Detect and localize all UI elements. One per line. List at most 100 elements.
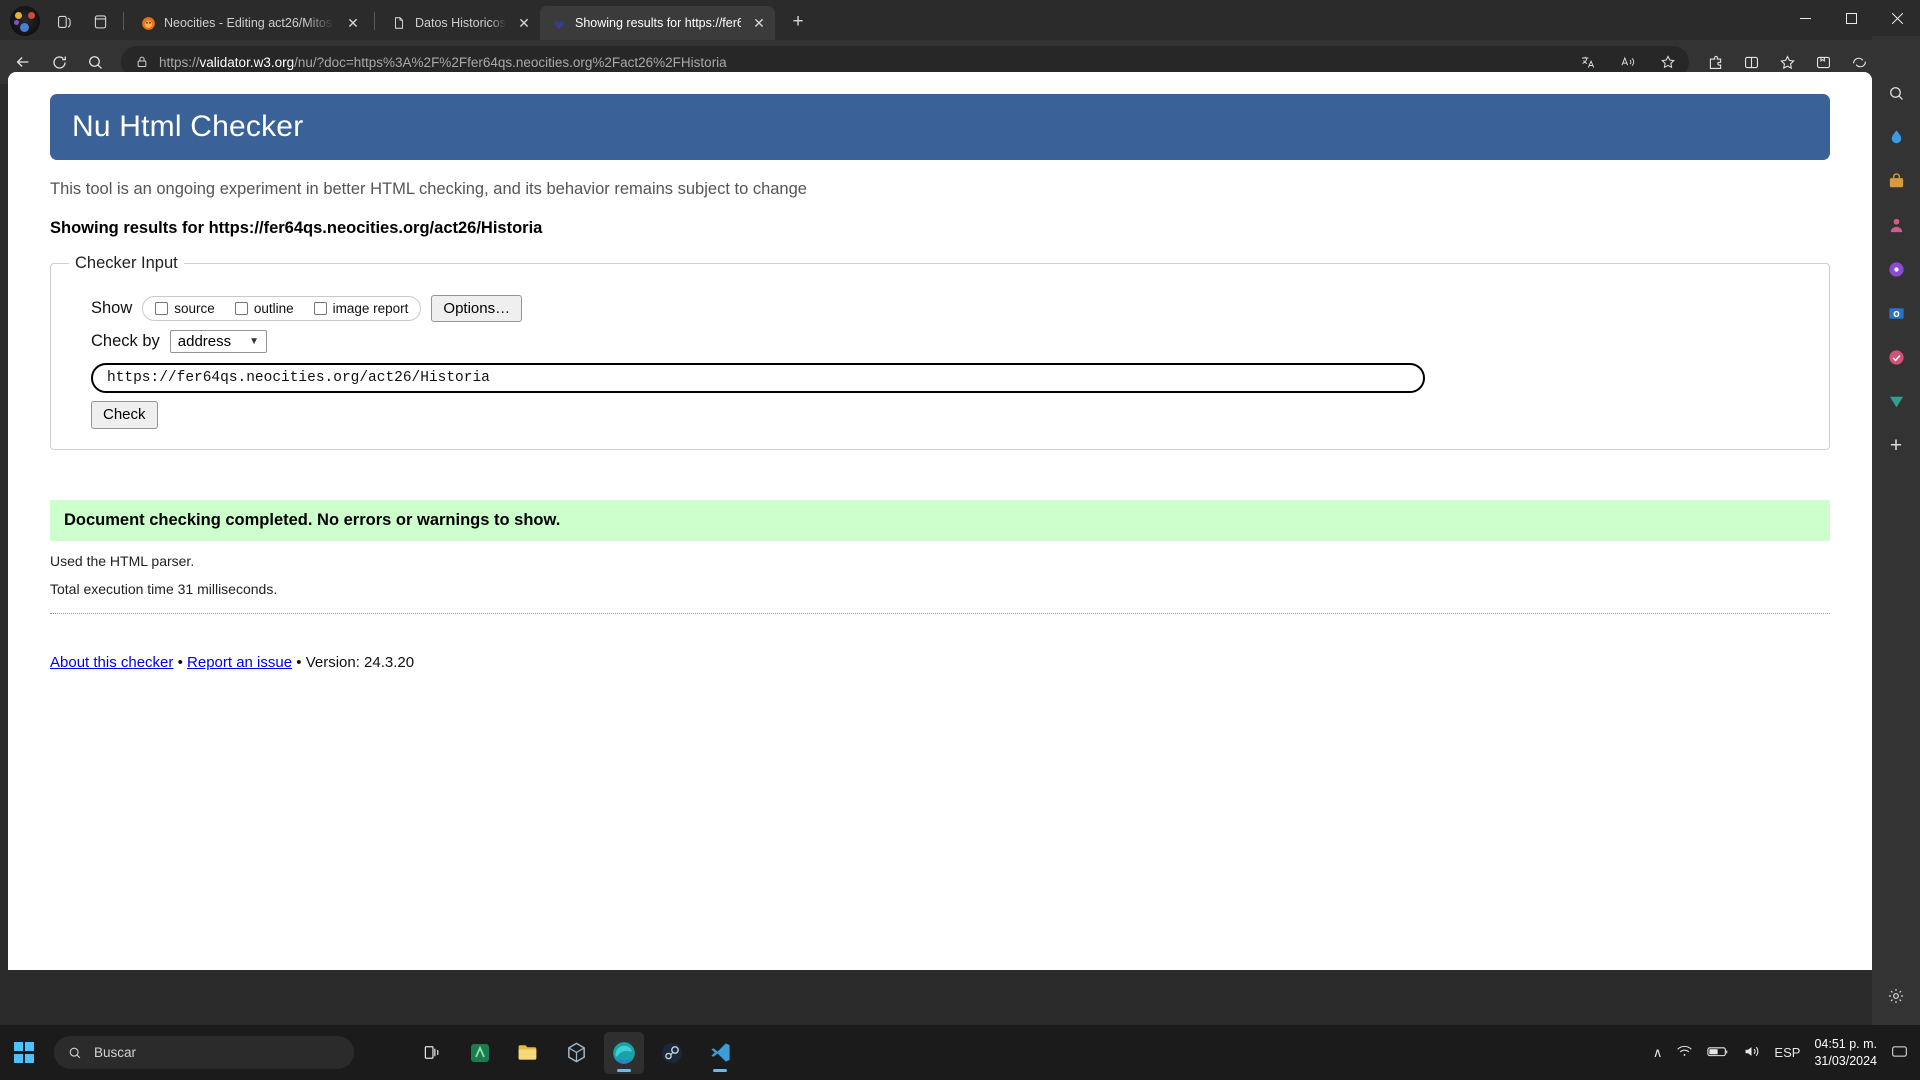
close-window-button[interactable]	[1874, 0, 1920, 36]
outlook-icon[interactable]: O	[1881, 298, 1911, 328]
showing-results-heading: Showing results for https://fer64qs.neoc…	[50, 219, 543, 237]
success-banner: Document checking completed. No errors o…	[50, 499, 1830, 541]
address-input[interactable]: https://fer64qs.neocities.org/act26/Hist…	[91, 363, 1425, 394]
checkbox-label: image report	[332, 301, 409, 317]
check-by-row: Check by address ▼	[91, 330, 1811, 354]
add-icon[interactable]: +	[1881, 430, 1911, 460]
close-icon[interactable]: ✕	[749, 13, 769, 33]
windows-taskbar: Buscar ∧ ESP 04:51 p. m. 31/03/2024	[0, 1025, 1920, 1080]
options-button[interactable]: Options…	[431, 295, 523, 323]
profile-avatar[interactable]	[10, 6, 40, 36]
clock-date: 31/03/2024	[1814, 1053, 1877, 1068]
nu-html-checker-page: Nu Html Checker This tool is an ongoing …	[8, 72, 1872, 450]
execution-time-note: Total execution time 31 milliseconds.	[50, 580, 278, 597]
browser-window: Neocities - Editing act26/Mitos.h ✕ Dato…	[0, 0, 1920, 1025]
url-text: https://validator.w3.org/nu/?doc=https%3…	[159, 54, 727, 70]
edge-sidebar: O +	[1872, 36, 1920, 1025]
file-explorer-icon[interactable]	[508, 1032, 548, 1074]
notification-icon[interactable]	[1891, 1044, 1908, 1062]
check-by-label: Check by	[91, 332, 160, 351]
checkbox-image-report[interactable]: image report	[313, 301, 409, 317]
show-label: Show	[91, 299, 133, 318]
checker-input-fieldset: Checker Input Show source outline image …	[50, 254, 1830, 450]
clock-time: 04:51 p. m.	[1814, 1036, 1877, 1051]
minimize-button[interactable]	[1782, 0, 1828, 36]
results-section: Document checking completed. No errors o…	[50, 499, 1830, 614]
search-icon[interactable]	[1881, 78, 1911, 108]
media-icon[interactable]	[1881, 254, 1911, 284]
firefox-icon	[140, 15, 156, 31]
volume-icon[interactable]	[1743, 1044, 1760, 1062]
start-button[interactable]	[0, 1025, 48, 1080]
show-checkbox-group: source outline image report	[142, 296, 422, 322]
windows-logo-icon	[13, 1042, 35, 1063]
footer-separator: •	[296, 653, 302, 671]
tab-neocities[interactable]: Neocities - Editing act26/Mitos.h ✕	[129, 6, 369, 40]
checkbox-outline[interactable]: outline	[234, 301, 294, 317]
taskbar-clock[interactable]: 04:51 p. m. 31/03/2024	[1814, 1036, 1877, 1070]
vscode-icon[interactable]	[700, 1032, 740, 1074]
nu-icon: nu	[551, 15, 567, 31]
tab-divider	[123, 12, 124, 30]
vpn-icon[interactable]	[1881, 386, 1911, 416]
close-icon[interactable]: ✕	[514, 13, 534, 33]
games-icon[interactable]	[1881, 210, 1911, 240]
page-viewport: Nu Html Checker This tool is an ongoing …	[8, 72, 1872, 970]
tab-datos-historicos[interactable]: Datos Historicos ✕	[380, 6, 540, 40]
tab-strip: Neocities - Editing act26/Mitos.h ✕ Dato…	[0, 0, 1920, 40]
tray-chevron-icon[interactable]: ∧	[1653, 1045, 1663, 1061]
version-text: Version: 24.3.20	[305, 653, 415, 671]
vertical-tabs-icon[interactable]	[82, 5, 118, 37]
new-tab-button[interactable]: +	[783, 7, 813, 37]
drop-icon[interactable]	[1881, 122, 1911, 152]
tab-actions-icon[interactable]	[46, 5, 82, 37]
steam-icon[interactable]	[652, 1032, 692, 1074]
checkbox-label: outline	[253, 301, 294, 317]
sidebar-settings-icon[interactable]	[1881, 981, 1911, 1011]
page-title: Nu Html Checker	[50, 94, 1830, 160]
about-this-checker-link[interactable]: About this checker	[50, 654, 173, 671]
tools-icon[interactable]	[1881, 342, 1911, 372]
report-an-issue-link[interactable]: Report an issue	[187, 654, 292, 671]
check-button-row: Check	[91, 401, 1811, 429]
window-controls	[1782, 0, 1920, 36]
taskbar-search-placeholder: Buscar	[94, 1045, 137, 1060]
battery-icon[interactable]	[1707, 1045, 1729, 1061]
tab-divider	[374, 12, 375, 30]
checkbox-box-icon[interactable]	[313, 302, 327, 316]
tab-nu-html-checker[interactable]: nu Showing results for https://fer64 ✕	[540, 6, 775, 40]
taskbar-search[interactable]: Buscar	[54, 1036, 354, 1069]
checkbox-source[interactable]: source	[155, 301, 215, 316]
edge-icon[interactable]	[604, 1031, 644, 1074]
checkbox-label: source	[174, 301, 215, 317]
search-icon	[69, 1047, 81, 1058]
check-by-select[interactable]: address ▼	[169, 330, 268, 354]
maximize-button[interactable]	[1828, 0, 1874, 36]
task-view-icon[interactable]	[412, 1032, 452, 1074]
tab-title: Neocities - Editing act26/Mitos.h	[164, 16, 335, 30]
divider	[50, 612, 1830, 614]
parser-note: Used the HTML parser.	[50, 552, 195, 569]
lock-icon	[135, 55, 149, 69]
package-icon[interactable]	[556, 1032, 596, 1074]
chevron-down-icon: ▼	[249, 336, 260, 348]
network-icon[interactable]	[1676, 1044, 1693, 1061]
close-icon[interactable]: ✕	[343, 13, 363, 33]
checker-input-legend: Checker Input	[75, 254, 178, 272]
svg-text:O: O	[1893, 309, 1900, 318]
page-footer: About this checker • Report an issue • V…	[50, 654, 1830, 671]
taskbar-apps	[412, 1031, 740, 1074]
active-indicator	[713, 1068, 727, 1072]
checkbox-box-icon[interactable]	[155, 302, 169, 316]
shopping-icon[interactable]	[1881, 166, 1911, 196]
app-store-icon[interactable]	[460, 1032, 500, 1074]
show-row: Show source outline image report Options…	[91, 295, 1811, 323]
page-icon	[391, 15, 407, 31]
check-by-value: address	[177, 333, 232, 351]
language-indicator[interactable]: ESP	[1774, 1045, 1800, 1060]
check-button[interactable]: Check	[91, 401, 158, 429]
checkbox-box-icon[interactable]	[234, 302, 248, 316]
tab-title: Showing results for https://fer64	[575, 16, 741, 30]
tab-title: Datos Historicos	[415, 16, 506, 30]
active-indicator	[617, 1068, 631, 1072]
